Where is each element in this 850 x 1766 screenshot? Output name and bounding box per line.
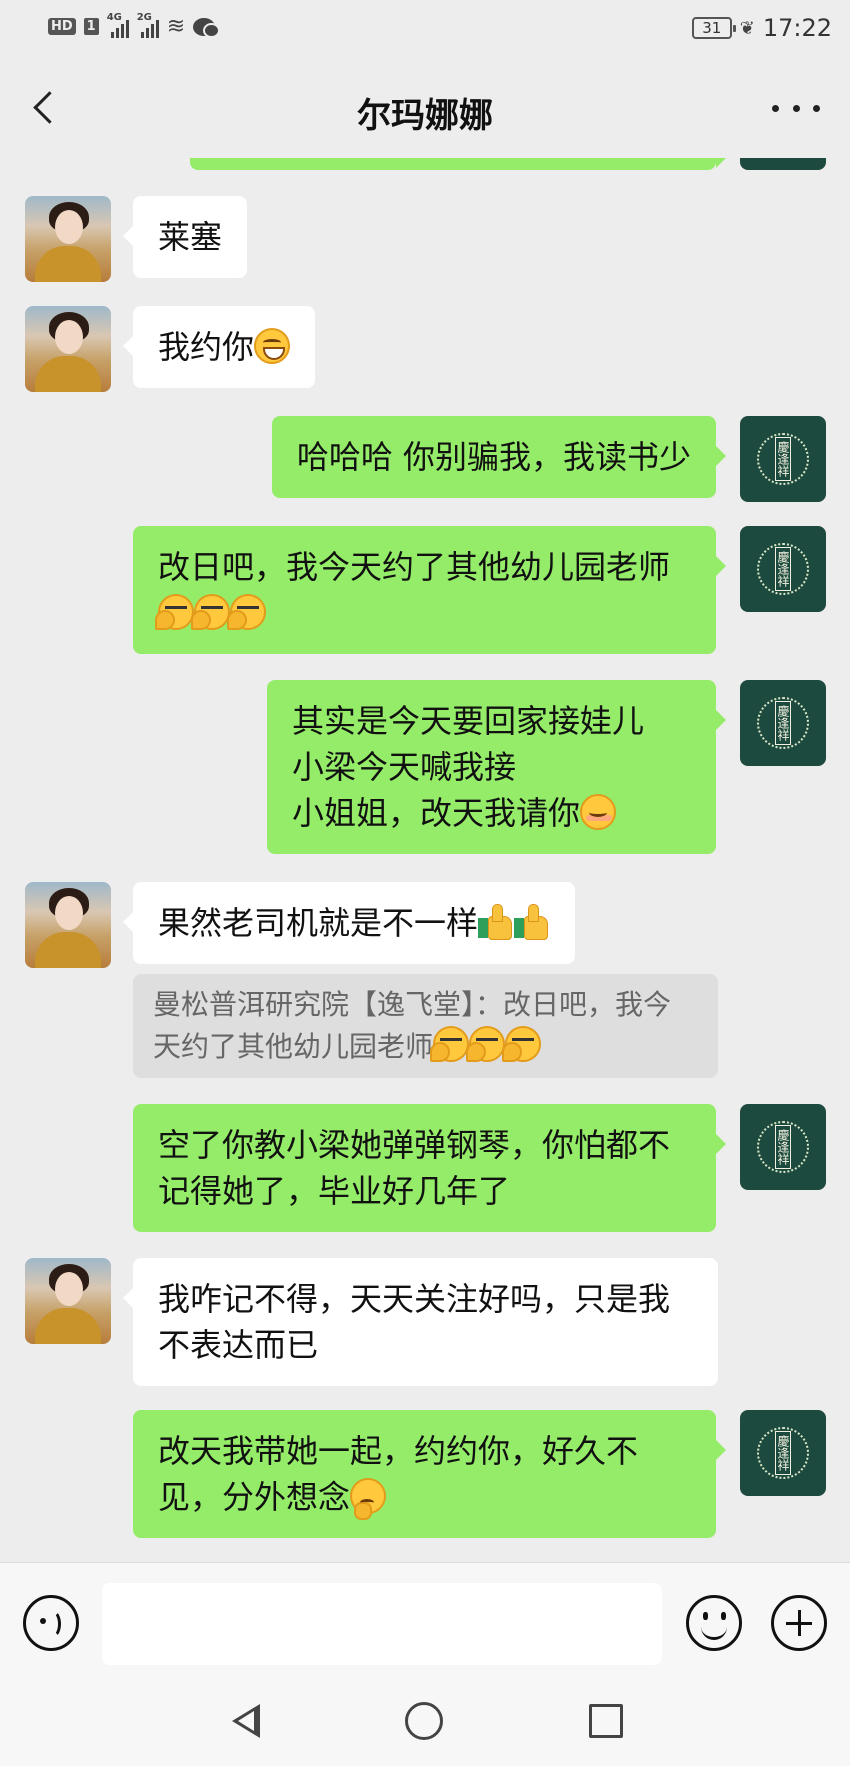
message-row: 莱塞 bbox=[0, 196, 850, 282]
message-row: 我约你 bbox=[0, 306, 850, 392]
hd-badge: HD bbox=[48, 18, 76, 35]
message-row: 慶逢祥 其实是今天要回家接娃儿 小梁今天喊我接 小姐姐，改天我请你 bbox=[0, 680, 850, 858]
self-avatar[interactable]: 慶逢祥 bbox=[740, 416, 826, 502]
message-bubble[interactable] bbox=[190, 158, 726, 170]
message-line: 小梁今天喊我接 bbox=[292, 748, 517, 786]
self-avatar[interactable]: 慶逢祥 bbox=[740, 1104, 826, 1190]
battery-icon: 31 bbox=[691, 17, 736, 39]
contact-avatar[interactable] bbox=[25, 196, 111, 282]
message-text: 空了你教小梁她弹弹钢琴，你怕都不记得她了，毕业好几年了 bbox=[158, 1126, 671, 1210]
message-text: 改天我带她一起，约约你，好久不见，分外想念 bbox=[158, 1432, 639, 1516]
signal-icon: 2G bbox=[137, 12, 159, 38]
thumbs-up-icon bbox=[478, 904, 514, 940]
message-list[interactable]: 慶逢祥 莱塞 我约你 慶逢祥 哈哈哈 你别骗我，我读书少 慶逢祥 改日吧，我今天… bbox=[0, 158, 850, 1562]
quoted-message[interactable]: 曼松普洱研究院【逸飞堂】：改日吧，我今天约了其他幼儿园老师 bbox=[133, 974, 718, 1078]
message-bubble[interactable]: 哈哈哈 你别骗我，我读书少 bbox=[271, 416, 727, 498]
thumbs-up-icon bbox=[514, 904, 550, 940]
more-icon[interactable] bbox=[772, 88, 820, 128]
message-text: 哈哈哈 你别骗我，我读书少 bbox=[296, 438, 691, 476]
sim-badge: 1 bbox=[83, 18, 99, 35]
wifi-icon: ≋ bbox=[166, 14, 186, 39]
shy-emoji-icon bbox=[580, 794, 617, 830]
message-row: 慶逢祥 bbox=[0, 158, 850, 178]
network-type-label: 4G bbox=[106, 11, 122, 23]
message-row: 慶逢祥 改日吧，我今天约了其他幼儿园老师 bbox=[0, 526, 850, 658]
voice-input-icon[interactable] bbox=[23, 1595, 79, 1651]
message-line: 其实是今天要回家接娃儿 bbox=[292, 702, 645, 740]
quote-text: 曼松普洱研究院【逸飞堂】：改日吧，我今天约了其他幼儿园老师 bbox=[153, 988, 672, 1063]
smirk-emoji-icon bbox=[191, 594, 230, 630]
message-bubble[interactable]: 空了你教小梁她弹弹钢琴，你怕都不记得她了，毕业好几年了 bbox=[133, 1104, 726, 1232]
message-bubble[interactable]: 我咋记不得，天天关注好吗，只是我不表达而已 bbox=[123, 1258, 718, 1386]
message-bubble[interactable]: 改日吧，我今天约了其他幼儿园老师 bbox=[133, 526, 726, 654]
clock: 17:22 bbox=[762, 14, 832, 42]
status-bar: HD 1 4G 2G ≋ 31 ❦ 17:22 bbox=[0, 0, 850, 58]
message-bubble[interactable]: 改天我带她一起，约约你，好久不见，分外想念 bbox=[133, 1410, 726, 1538]
message-text: 我咋记不得，天天关注好吗，只是我不表达而已 bbox=[158, 1280, 671, 1364]
smirk-emoji-icon bbox=[430, 1026, 470, 1062]
self-avatar[interactable]: 慶逢祥 bbox=[740, 680, 826, 766]
chat-title: 尔玛娜娜 bbox=[357, 96, 493, 136]
message-row: 慶逢祥 哈哈哈 你别骗我，我读书少 bbox=[0, 416, 850, 502]
leaf-icon: ❦ bbox=[739, 17, 755, 39]
message-bubble[interactable]: 我约你 bbox=[122, 306, 316, 388]
message-text: 莱塞 bbox=[158, 218, 223, 256]
smirk-emoji-icon bbox=[466, 1026, 506, 1062]
contact-avatar[interactable] bbox=[25, 1258, 111, 1344]
message-bubble[interactable]: 果然老司机就是不一样 bbox=[122, 882, 576, 964]
status-left: HD 1 4G 2G ≋ bbox=[48, 12, 221, 39]
message-row: 果然老司机就是不一样 bbox=[0, 882, 850, 968]
system-nav-bar bbox=[0, 1676, 850, 1766]
contact-avatar[interactable] bbox=[25, 882, 111, 968]
smirk-emoji-icon bbox=[155, 594, 194, 630]
message-text: 果然老司机就是不一样 bbox=[158, 904, 479, 942]
grin-emoji-icon bbox=[254, 328, 291, 364]
nav-home-icon[interactable] bbox=[405, 1702, 443, 1740]
wechat-icon bbox=[193, 17, 221, 38]
message-input[interactable] bbox=[102, 1583, 662, 1665]
smirk-emoji-icon bbox=[502, 1026, 542, 1062]
message-bubble[interactable]: 莱塞 bbox=[122, 196, 248, 278]
chat-header: 尔玛娜娜 bbox=[0, 58, 850, 158]
message-row: 我咋记不得，天天关注好吗，只是我不表达而已 bbox=[0, 1258, 850, 1390]
message-line: 小姐姐，改天我请你 bbox=[292, 794, 581, 832]
plus-icon[interactable] bbox=[771, 1595, 827, 1651]
message-bubble[interactable]: 其实是今天要回家接娃儿 小梁今天喊我接 小姐姐，改天我请你 bbox=[267, 680, 726, 854]
message-row: 慶逢祥 空了你教小梁她弹弹钢琴，你怕都不记得她了，毕业好几年了 bbox=[0, 1104, 850, 1236]
status-right: 31 ❦ 17:22 bbox=[691, 14, 832, 42]
network-type-label: 2G bbox=[136, 11, 152, 23]
emoji-picker-icon[interactable] bbox=[686, 1595, 742, 1651]
input-bar bbox=[0, 1562, 850, 1676]
message-row: 慶逢祥 改天我带她一起，约约你，好久不见，分外想念 bbox=[0, 1410, 850, 1542]
thinking-emoji-icon bbox=[350, 1478, 387, 1520]
message-text: 我约你 bbox=[158, 328, 255, 366]
self-avatar[interactable]: 慶逢祥 bbox=[740, 158, 826, 170]
self-avatar[interactable]: 慶逢祥 bbox=[740, 1410, 826, 1496]
self-avatar[interactable]: 慶逢祥 bbox=[740, 526, 826, 612]
smirk-emoji-icon bbox=[227, 594, 266, 630]
nav-back-icon[interactable] bbox=[228, 1702, 266, 1740]
message-line-3: 小姐姐，改天我请你 bbox=[292, 790, 691, 836]
contact-avatar[interactable] bbox=[25, 306, 111, 392]
message-text: 改日吧，我今天约了其他幼儿园老师 bbox=[158, 548, 671, 586]
nav-recent-apps-icon[interactable] bbox=[589, 1704, 623, 1738]
signal-icon: 4G bbox=[107, 12, 129, 38]
